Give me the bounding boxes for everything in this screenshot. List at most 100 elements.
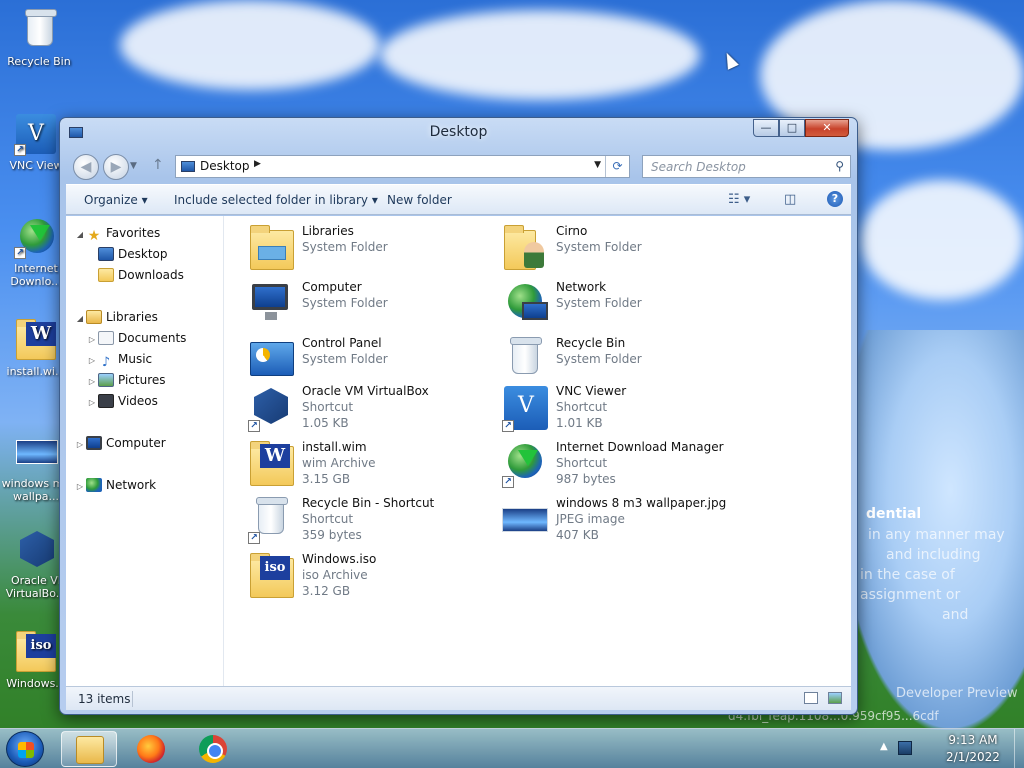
taskbar-firefox-button[interactable] [123,731,179,767]
videos-icon [98,394,114,408]
iso-archive-icon: iso [248,552,296,600]
file-type: System Folder [556,240,642,254]
file-type: System Folder [556,352,642,366]
search-box[interactable]: Search Desktop ⚲ [642,155,851,178]
clock-time[interactable]: 9:13 AM [944,733,1002,747]
refresh-icon[interactable]: ⟳ [605,156,629,177]
expand-icon[interactable]: ▷ [74,482,86,491]
file-item[interactable]: Computer System Folder [240,274,490,328]
minimize-button[interactable]: — [753,119,779,137]
nav-documents[interactable]: ▷ Documents [86,331,186,349]
expand-icon[interactable]: ▷ [86,335,98,344]
file-item[interactable]: Cirno System Folder [494,218,744,272]
file-list: Libraries System Folder Cirno System Fol… [236,216,851,686]
expand-icon[interactable]: ▷ [74,440,86,449]
expand-icon[interactable]: ▷ [86,356,98,365]
expand-icon[interactable]: ▷ [86,398,98,407]
system-tray: ▲ 9:13 AM 2/1/2022 [874,729,1014,768]
recycle-bin-icon: ↗ [248,496,296,544]
nav-network[interactable]: ▷ Network [74,478,156,496]
file-size: 3.15 GB [302,472,351,486]
collapse-icon[interactable]: ◢ [74,230,86,239]
title-bar[interactable]: Desktop — □ ✕ [60,118,857,146]
content-area: ◢ ★ Favorites Desktop Downloads ◢ Libraries… [66,216,851,686]
item-count: 13 items [78,692,131,706]
desktop-icon [181,161,195,172]
back-button[interactable]: ◀ [73,154,99,180]
file-item[interactable]: W install.wim wim Archive 3.15 GB [240,434,490,488]
large-icons-view-icon[interactable] [828,692,842,704]
new-folder-button[interactable]: New folder [387,193,452,207]
explorer-window[interactable]: Desktop — □ ✕ ◀ ▶ ▼ ↑ Desktop ▶ ▼ ⟳ Sear… [59,117,858,715]
file-name: Libraries [302,224,354,238]
address-bar[interactable]: Desktop ▶ ▼ ⟳ [175,155,630,178]
file-item[interactable]: Recycle Bin System Folder [494,330,744,384]
close-button[interactable]: ✕ [805,119,849,137]
collapse-icon[interactable]: ◢ [74,314,86,323]
file-item[interactable]: Control Panel System Folder [240,330,490,384]
window-title: Desktop [429,124,488,140]
file-name: Recycle Bin [556,336,626,350]
file-item[interactable]: ↗ Oracle VM VirtualBox Shortcut 1.05 KB [240,378,490,432]
include-in-library-menu[interactable]: Include selected folder in library ▾ [174,193,378,207]
file-type: System Folder [302,240,388,254]
help-icon[interactable]: ? [827,191,843,207]
nav-pictures[interactable]: ▷ Pictures [86,373,166,391]
file-item[interactable]: V ↗ VNC Viewer Shortcut 1.01 KB [494,378,744,432]
chrome-icon [199,735,227,763]
desktop-icon-recycle-bin[interactable]: Recycle Bin [3,8,75,68]
nav-desktop[interactable]: Desktop [86,247,168,265]
file-item[interactable]: ↗ Recycle Bin - Shortcut Shortcut 359 by… [240,490,490,544]
forward-button[interactable]: ▶ [103,154,129,180]
show-desktop-button[interactable] [1014,729,1024,768]
file-item[interactable]: ↗ Internet Download Manager Shortcut 987… [494,434,744,488]
file-type: Shortcut [302,400,354,414]
recent-pages-dropdown[interactable]: ▼ [130,161,137,171]
change-view-icon[interactable]: ☷ ▾ [728,192,750,207]
file-item[interactable]: Network System Folder [494,274,744,328]
chevron-right-icon[interactable]: ▶ [254,159,261,169]
folder-icon [76,736,104,764]
address-history-dropdown[interactable]: ▼ [594,160,601,170]
computer-icon [86,436,102,450]
wallpaper-text: assignment or [860,587,961,603]
file-item[interactable]: windows 8 m3 wallpaper.jpg JPEG image 40… [494,490,744,544]
file-size: 3.12 GB [302,584,351,598]
details-view-icon[interactable] [804,692,818,704]
virtualbox-icon: ↗ [248,384,296,432]
address-location[interactable]: Desktop [200,159,250,173]
nav-favorites[interactable]: ◢ ★ Favorites [74,226,160,244]
preview-pane-icon[interactable]: ◫ [784,192,796,207]
taskbar: ▲ 9:13 AM 2/1/2022 [0,728,1024,768]
network-icon [502,280,550,328]
nav-music[interactable]: ▷ ♪ Music [86,352,152,370]
control-panel-icon [248,336,296,384]
file-item[interactable]: Libraries System Folder [240,218,490,272]
vnc-viewer-icon: V ↗ [502,384,550,432]
search-icon[interactable]: ⚲ [835,159,844,173]
organize-menu[interactable]: Organize ▾ [84,193,148,207]
clock-date[interactable]: 2/1/2022 [944,750,1002,764]
wallpaper-text: and [942,607,969,623]
show-hidden-icons-icon[interactable]: ▲ [880,741,888,752]
nav-computer[interactable]: ▷ Computer [74,436,166,454]
network-tray-icon[interactable] [898,741,912,755]
start-button[interactable] [6,731,44,767]
include-library-label: Include selected folder in library [174,193,368,207]
nav-videos[interactable]: ▷ Videos [86,394,158,412]
taskbar-chrome-button[interactable] [185,731,241,767]
file-type: JPEG image [556,512,625,526]
nav-libraries[interactable]: ◢ Libraries [74,310,158,328]
up-arrow-icon[interactable]: ↑ [152,157,164,173]
mouse-cursor [721,50,739,70]
file-item[interactable]: iso Windows.iso iso Archive 3.12 GB [240,546,490,600]
libraries-icon [248,224,296,272]
nav-downloads-label: Downloads [118,268,184,282]
file-size: 1.01 KB [556,416,603,430]
search-input[interactable]: Search Desktop [651,160,746,174]
taskbar-explorer-button[interactable] [61,731,117,767]
maximize-button[interactable]: □ [779,119,805,137]
nav-downloads[interactable]: Downloads [86,268,184,286]
file-type: System Folder [302,296,388,310]
expand-icon[interactable]: ▷ [86,377,98,386]
